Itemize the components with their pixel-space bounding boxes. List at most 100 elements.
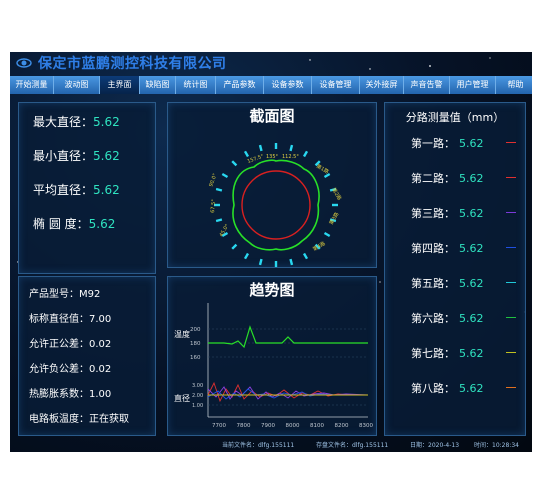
sensor-tick (289, 144, 294, 152)
product-info-label: 标称直径值： (29, 314, 89, 325)
menu-item-10[interactable]: 用户管理 (450, 76, 496, 94)
route-row: 第六路： 5.62 (411, 310, 516, 326)
route-label: 第八路： (411, 382, 455, 395)
route-label-2: 第2路 (330, 187, 343, 202)
route-label: 第三路： (411, 207, 455, 220)
angle-label-112: 112.5° (282, 154, 299, 160)
status-bar: 当前文件名：dlfg.155111 存盘文件名：dlfg.155111 日期：2… (10, 436, 532, 452)
route-row: 第三路： 5.62 (411, 205, 516, 221)
route-value: 5.62 (459, 277, 484, 290)
route-label: 第一路： (411, 137, 455, 150)
route-label-4: 第4路 (312, 240, 327, 253)
angle-label-67: 67.5° (210, 199, 217, 214)
product-info-value: 7.00 (89, 314, 112, 325)
menu-item-5[interactable]: 产品参数 (216, 76, 264, 94)
angle-label-157: 157.5° (247, 153, 265, 165)
x-tick-label: 7900 (261, 423, 275, 429)
route-row: 第八路： 5.62 (411, 380, 516, 396)
saved-file-name: 存盘文件名：dlfg.155111 (316, 442, 389, 449)
product-info-panel: 产品型号：M92 标称直径值：7.00 允许正公差：0.02 允许负公差：0.02 热膨… (18, 276, 156, 436)
route-color-swatch (506, 177, 516, 178)
title-bar: 保定市蓝鹏测控科技有限公司 (10, 52, 532, 74)
product-info-value: 0.02 (89, 364, 112, 375)
menu-item-6[interactable]: 设备参数 (264, 76, 312, 94)
route-value: 5.62 (459, 207, 484, 220)
menu-item-9[interactable]: 声音告警 (404, 76, 450, 94)
trend-panel: 趋势图 温度 直径 200 180 160 3.00 2.00 1.00 770… (167, 276, 377, 436)
trend-chart: 温度 直径 200 180 160 3.00 2.00 1.00 7700 780… (174, 303, 373, 429)
main-menu-bar: 开始测量 波动图 主界面 缺陷图 统计图 产品参数 设备参数 设备管理 关外接屏 声音告警 用户管理… (10, 76, 532, 94)
route-label: 第七路： (411, 347, 455, 360)
route-color-swatch (506, 282, 516, 283)
sensor-tick (231, 160, 238, 167)
sensor-tick (231, 243, 238, 250)
route-label: 第六路： (411, 312, 455, 325)
product-info-row: 标称直径值：7.00 (29, 310, 111, 325)
product-info-row: 允许正公差：0.02 (29, 335, 111, 350)
product-info-row: 允许负公差：0.02 (29, 360, 111, 375)
route-color-swatch (506, 247, 516, 248)
route-color-swatch (506, 142, 516, 143)
route-color-swatch (506, 352, 516, 353)
diam-tick-3: 3.00 (192, 383, 203, 389)
company-logo-icon (16, 58, 32, 68)
x-tick-label: 8200 (335, 423, 349, 429)
x-tick-label: 8300 (359, 423, 373, 429)
temp-tick-200: 200 (190, 327, 201, 333)
sensor-tick (302, 252, 309, 260)
diameter-row: 椭 圆 度：5.62 (33, 215, 115, 232)
menu-item-8[interactable]: 关外接屏 (360, 76, 404, 94)
sensor-tick (258, 144, 263, 152)
menu-item-11[interactable]: 帮助 (496, 76, 532, 94)
sensor-tick (289, 258, 294, 266)
route-value: 5.62 (459, 137, 484, 150)
route-values-panel: 分路测量值（mm） 第一路： 5.62 第二路： 5.62 第三路： 5.62 第四路： 5.… (384, 102, 526, 436)
sensor-tick (302, 150, 309, 158)
product-info-row: 热膨胀系数：1.00 (29, 385, 111, 400)
x-tick-label: 8000 (286, 423, 300, 429)
route-label: 第五路： (411, 277, 455, 290)
product-info-row: 电路板温度：正在获取 (29, 410, 129, 425)
diameter-value: 5.62 (93, 149, 120, 163)
cross-section-diagram: 157.5° 135° 112.5° 90.0° 67.5° 45.0° 第1路… (208, 143, 343, 267)
section-panel: 截面图 157.5° 135° 112.5° 90.0° 67.5° 45.0°… (167, 102, 377, 268)
diameter-value: 5.62 (88, 217, 116, 231)
route-row: 第七路： 5.62 (411, 345, 516, 361)
nominal-circle (241, 170, 311, 240)
product-info-label: 热膨胀系数： (29, 389, 89, 400)
route-label-1: 第1路 (315, 163, 330, 176)
menu-item-0[interactable]: 开始测量 (10, 76, 54, 94)
menu-item-4[interactable]: 统计图 (176, 76, 216, 94)
diameter-row: 最大直径：5.62 (33, 113, 120, 130)
product-info-label: 产品型号： (29, 289, 79, 300)
diameter-label: 最大直径： (33, 115, 94, 129)
product-info-label: 允许正公差： (29, 339, 89, 350)
diameter-row: 平均直径：5.62 (33, 181, 120, 198)
product-info-value: 0.02 (89, 339, 112, 350)
sensor-tick (215, 218, 223, 223)
sensor-tick (215, 187, 223, 192)
route-value: 5.62 (459, 347, 484, 360)
route-value: 5.62 (459, 382, 484, 395)
angle-label-45: 45.0° (219, 223, 231, 238)
x-tick-label: 7800 (237, 423, 251, 429)
menu-item-3[interactable]: 缺陷图 (140, 76, 176, 94)
menu-item-2[interactable]: 主界面 (100, 76, 140, 94)
status-date: 日期：2020-4-13 (410, 442, 460, 449)
route-values-title: 分路测量值（mm） (405, 111, 505, 124)
route-color-swatch (506, 317, 516, 318)
x-tick-label: 7700 (212, 423, 226, 429)
diam-axis-label: 直径 (174, 393, 190, 403)
route-label: 第二路： (411, 172, 455, 185)
route-color-swatch (506, 387, 516, 388)
temp-axis-label: 温度 (174, 329, 190, 339)
temp-tick-160: 160 (190, 355, 201, 361)
route-row: 第一路： 5.62 (411, 135, 516, 151)
product-info-value: 1.00 (89, 389, 112, 400)
diameter-value: 5.62 (93, 183, 120, 197)
route-label: 第四路： (411, 242, 455, 255)
menu-item-7[interactable]: 设备管理 (312, 76, 360, 94)
menu-item-1[interactable]: 波动图 (54, 76, 100, 94)
product-info-label: 电路板温度： (29, 414, 89, 425)
product-info-row: 产品型号：M92 (29, 285, 100, 300)
